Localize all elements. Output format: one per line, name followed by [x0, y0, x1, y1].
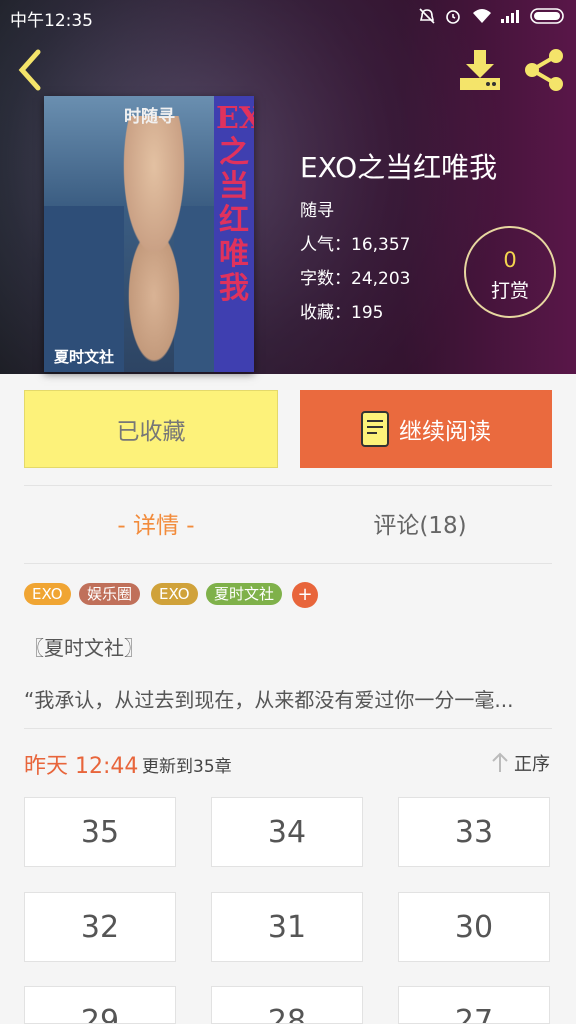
chapter-button[interactable]: 35: [24, 797, 176, 867]
tag-exo-2[interactable]: EXO: [151, 583, 198, 605]
wifi-icon: [473, 9, 491, 23]
book-icon: [361, 411, 389, 447]
cover-author-mark: 时随寻: [124, 107, 175, 127]
chapter-button[interactable]: 34: [211, 797, 363, 867]
continue-reading-label: 继续阅读: [399, 419, 491, 445]
tip-label: 打赏: [490, 280, 529, 302]
divider: [24, 485, 552, 486]
divider: [24, 563, 552, 564]
book-favorites: 收藏：195: [300, 303, 384, 323]
tag-exo[interactable]: EXO: [24, 583, 71, 605]
book-cover[interactable]: 时随寻 EXO之当红唯我 夏时文社: [44, 96, 254, 372]
book-word-count: 字数：24,203: [300, 269, 411, 289]
chapter-button[interactable]: 28: [211, 986, 363, 1024]
divider: [24, 728, 552, 729]
tip-button[interactable]: 0 打赏: [464, 226, 556, 318]
mute-bell-icon: [419, 8, 435, 24]
tip-count: 0: [503, 248, 517, 272]
status-time: 中午12:35: [10, 11, 93, 31]
favorite-button-label: 已收藏: [116, 419, 186, 445]
cover-publisher: 夏时文社: [54, 348, 115, 366]
cover-title: EXO之当红唯我: [216, 101, 254, 306]
sort-order-button[interactable]: 正序: [514, 750, 550, 776]
chapter-button[interactable]: 32: [24, 892, 176, 962]
battery-icon: [530, 8, 564, 24]
chapter-button[interactable]: 29: [24, 986, 176, 1024]
book-synopsis[interactable]: “我承认，从过去到现在，从来都没有爱过你一分一毫...: [24, 684, 554, 713]
favorite-button[interactable]: 已收藏: [24, 390, 278, 468]
update-time: 昨天 12:44: [24, 754, 139, 779]
book-title: EXO之当红唯我: [300, 151, 498, 184]
signal-icon: [501, 10, 519, 23]
back-arrow-icon[interactable]: [16, 48, 46, 92]
add-tag-button[interactable]: +: [292, 582, 318, 608]
alarm-icon: [446, 10, 460, 24]
publisher-line: 〖夏时文社〗: [24, 636, 144, 660]
share-icon[interactable]: [522, 48, 566, 92]
chapter-button[interactable]: 33: [398, 797, 550, 867]
tab-detail[interactable]: - 详情 -: [24, 490, 288, 562]
book-popularity: 人气：16,357: [300, 235, 411, 255]
chapter-button[interactable]: 30: [398, 892, 550, 962]
tag-publisher[interactable]: 夏时文社: [206, 583, 283, 605]
chapter-button[interactable]: 31: [211, 892, 363, 962]
book-author[interactable]: 随寻: [300, 196, 334, 221]
chapter-button[interactable]: 27: [398, 986, 550, 1024]
update-text: 更新到35章: [142, 757, 232, 777]
continue-reading-button[interactable]: 继续阅读: [300, 390, 552, 468]
sort-arrow-icon[interactable]: [490, 752, 510, 774]
download-icon[interactable]: [458, 48, 502, 92]
cover-portrait: [84, 116, 224, 366]
tab-comments[interactable]: 评论(18): [288, 490, 552, 562]
status-bar: 中午12:35: [0, 0, 576, 32]
tag-entertainment[interactable]: 娱乐圈: [79, 583, 141, 605]
